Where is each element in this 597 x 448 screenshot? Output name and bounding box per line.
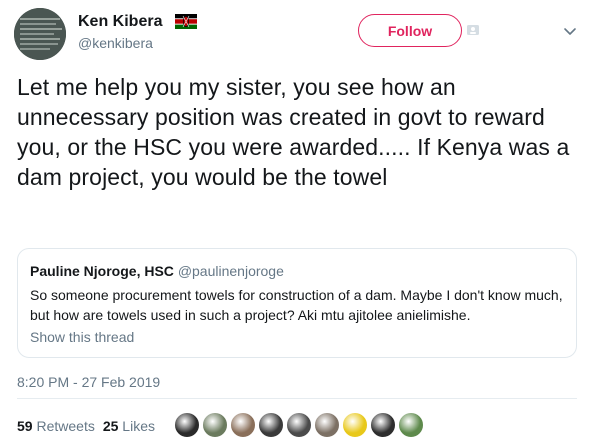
avatar-image	[14, 8, 66, 60]
tweet-text: Let me help you my sister, you see how a…	[17, 74, 570, 190]
chevron-down-icon[interactable]	[563, 24, 577, 38]
show-thread-link[interactable]: Show this thread	[30, 329, 134, 345]
liker-avatar[interactable]	[286, 412, 312, 438]
quoted-author-handle: @paulinenjoroge	[177, 263, 284, 279]
quoted-tweet-text: So someone procurement towels for constr…	[30, 287, 563, 323]
retweets-count: 59	[17, 418, 33, 434]
liker-avatar[interactable]	[342, 412, 368, 438]
divider	[17, 398, 577, 399]
likes-label: Likes	[122, 418, 155, 434]
liker-avatar[interactable]	[370, 412, 396, 438]
liker-avatar[interactable]	[174, 412, 200, 438]
retweets-label: Retweets	[36, 418, 95, 434]
author-avatar[interactable]	[14, 8, 66, 60]
tweet-stats: 59 Retweets 25 Likes	[17, 418, 155, 434]
user-card-icon[interactable]	[466, 23, 480, 37]
liker-avatar[interactable]	[202, 412, 228, 438]
tweet-timestamp[interactable]: 8:20 PM - 27 Feb 2019	[17, 374, 160, 390]
follow-button[interactable]: Follow	[358, 14, 462, 47]
likers-avatars	[174, 412, 426, 440]
quoted-author-name: Pauline Njoroge, HSC	[30, 263, 174, 279]
liker-avatar[interactable]	[398, 412, 424, 438]
author-handle[interactable]: @kenkibera	[78, 35, 153, 51]
liker-avatar[interactable]	[230, 412, 256, 438]
retweets-stat[interactable]: 59 Retweets	[17, 418, 95, 434]
liker-avatar[interactable]	[314, 412, 340, 438]
quoted-tweet[interactable]: Pauline Njoroge, HSC @paulinenjoroge So …	[17, 248, 577, 358]
likes-stat[interactable]: 25 Likes	[103, 418, 155, 434]
quoted-tweet-header: Pauline Njoroge, HSC @paulinenjoroge	[30, 262, 564, 280]
liker-avatar[interactable]	[258, 412, 284, 438]
author-name[interactable]: Ken Kibera	[78, 13, 162, 31]
kenya-flag-icon	[175, 14, 197, 29]
likes-count: 25	[102, 418, 119, 434]
